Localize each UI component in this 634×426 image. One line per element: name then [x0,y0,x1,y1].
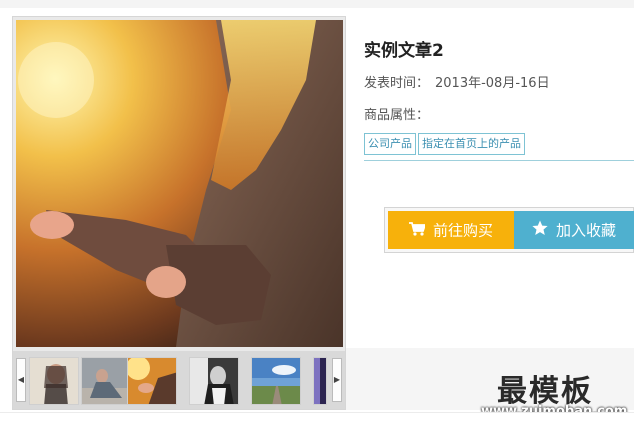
add-favorite-button[interactable]: 加入收藏 [514,211,634,249]
thumbnail-2[interactable] [81,357,131,405]
thumbnail-3[interactable] [127,357,177,405]
page-bottom-strip [0,412,634,426]
publish-time-label: 发表时间： [364,76,430,91]
chevron-right-icon[interactable]: ▶ [332,358,342,402]
product-title: 实例文章2 [364,41,444,61]
product-attributes-label: 商品属性： [364,108,430,123]
publish-time-row: 发表时间： 2013年-08月-16日 [364,72,634,91]
tag-company-product[interactable]: 公司产品 [364,133,416,155]
thumbnail-1[interactable] [29,357,79,405]
info-divider [364,160,634,161]
star-icon [532,212,548,250]
thumbnail-6[interactable] [313,357,327,405]
thumbnail-5[interactable] [251,357,301,405]
thumbnail-4[interactable] [189,357,239,405]
product-info: 实例文章2 发表时间： 2013年-08月-16日 商品属性： 公司产品 指定在首页… [364,36,634,161]
buy-button[interactable]: 前往购买 [388,211,514,249]
product-tags: 公司产品 指定在首页上的产品 [364,132,634,155]
action-buttons: 前往购买 加入收藏 [384,207,634,253]
page-top-strip [0,0,634,8]
tag-featured-homepage[interactable]: 指定在首页上的产品 [418,133,525,155]
add-favorite-label: 加入收藏 [555,221,616,240]
cart-icon [408,212,427,250]
chevron-left-icon[interactable]: ◀ [16,358,26,402]
publish-time-value: 2013年-08月-16日 [435,76,550,91]
thumbnail-strip: ◀ ▶ [13,351,345,409]
buy-button-label: 前往购买 [432,221,493,240]
product-gallery: ◀ ▶ [12,16,346,410]
main-product-image[interactable] [16,20,343,347]
